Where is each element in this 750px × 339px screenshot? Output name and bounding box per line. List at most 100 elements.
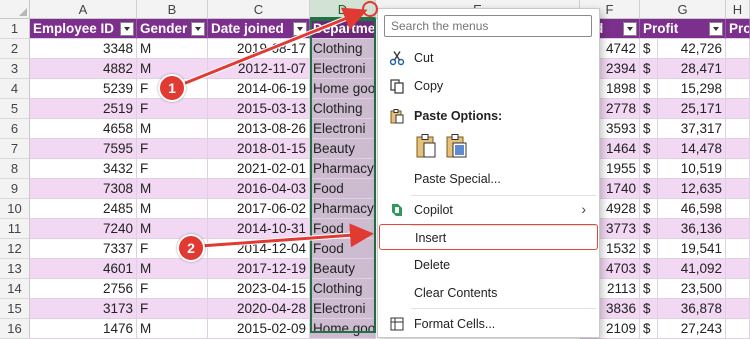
filter-dropdown-icon[interactable] — [191, 22, 205, 36]
cell-department[interactable]: Electroni — [310, 59, 376, 79]
cell-extra[interactable] — [726, 159, 750, 179]
cell-employee-id[interactable]: 7337 — [30, 239, 137, 259]
cell-employee-id[interactable]: 7240 — [30, 219, 137, 239]
select-all-corner[interactable] — [0, 0, 30, 19]
cell-profit[interactable]: 36,136 — [658, 219, 726, 239]
cell-employee-id[interactable]: 4601 — [30, 259, 137, 279]
cell-department[interactable]: Food — [310, 179, 376, 199]
cell-extra[interactable] — [726, 99, 750, 119]
cell-date-joined[interactable]: 2021-02-01 — [208, 159, 310, 179]
cell-gender[interactable]: M — [137, 259, 208, 279]
cell-department[interactable]: Electroni — [310, 299, 376, 319]
cell-gender[interactable]: F — [137, 99, 208, 119]
cell-extra[interactable] — [726, 139, 750, 159]
cell-profit[interactable]: 10,519 — [658, 159, 726, 179]
menu-item-paste-special[interactable]: Paste Special... — [379, 166, 598, 192]
menu-item-insert[interactable]: Insert — [379, 224, 598, 250]
column-header-g[interactable]: G — [640, 0, 726, 19]
cell-currency[interactable]: $ — [640, 119, 658, 139]
cell-profit[interactable]: 27,243 — [658, 319, 726, 339]
cell-gender[interactable]: M — [137, 319, 208, 339]
cell-department[interactable]: Home goo — [310, 319, 376, 339]
row-header[interactable]: 11 — [0, 219, 30, 239]
cell-gender[interactable]: M — [137, 39, 208, 59]
cell-extra[interactable] — [726, 179, 750, 199]
menu-item-format-cells[interactable]: Format Cells... — [379, 311, 598, 337]
cell-department[interactable]: Beauty — [310, 139, 376, 159]
row-header[interactable]: 8 — [0, 159, 30, 179]
cell-gender[interactable]: F — [137, 139, 208, 159]
cell-date-joined[interactable]: 2014-10-31 — [208, 219, 310, 239]
cell-department[interactable]: Clothing — [310, 279, 376, 299]
cell-date-joined[interactable]: 2013-08-26 — [208, 119, 310, 139]
cell-profit[interactable]: 36,878 — [658, 299, 726, 319]
row-header[interactable]: 9 — [0, 179, 30, 199]
cell-date-joined[interactable]: 2023-04-15 — [208, 279, 310, 299]
cell-gender[interactable]: M — [137, 119, 208, 139]
cell-currency[interactable]: $ — [640, 99, 658, 119]
cell-gender[interactable]: F — [137, 279, 208, 299]
column-header-a[interactable]: A — [30, 0, 137, 19]
cell-employee-id[interactable]: 3173 — [30, 299, 137, 319]
cell-date-joined[interactable]: 2018-01-15 — [208, 139, 310, 159]
cell-extra[interactable] — [726, 219, 750, 239]
cell-employee-id[interactable]: 7308 — [30, 179, 137, 199]
cell-extra[interactable] — [726, 259, 750, 279]
row-header[interactable]: 3 — [0, 59, 30, 79]
cell-currency[interactable]: $ — [640, 299, 658, 319]
cell-currency[interactable]: $ — [640, 39, 658, 59]
cell-profit[interactable]: 25,171 — [658, 99, 726, 119]
cell-date-joined[interactable]: 2020-04-28 — [208, 299, 310, 319]
menu-search-input[interactable] — [384, 15, 592, 37]
cell-extra[interactable] — [726, 59, 750, 79]
cell-department[interactable]: Food — [310, 239, 376, 259]
filter-dropdown-icon[interactable] — [709, 22, 723, 36]
row-header[interactable]: 16 — [0, 319, 30, 339]
row-header[interactable]: 5 — [0, 99, 30, 119]
cell-department[interactable]: Home goo — [310, 79, 376, 99]
row-header[interactable]: 12 — [0, 239, 30, 259]
cell-extra[interactable] — [726, 299, 750, 319]
cell-gender[interactable]: M — [137, 199, 208, 219]
cell-gender[interactable]: F — [137, 159, 208, 179]
cell-currency[interactable]: $ — [640, 139, 658, 159]
cell-employee-id[interactable]: 4658 — [30, 119, 137, 139]
cell-date-joined[interactable]: 2016-04-03 — [208, 179, 310, 199]
menu-item-copilot[interactable]: Copilot › — [379, 197, 598, 223]
cell-date-joined[interactable]: 2014-06-19 — [208, 79, 310, 99]
cell-date-joined[interactable]: 2019-08-17 — [208, 39, 310, 59]
cell-date-joined[interactable]: 2012-11-07 — [208, 59, 310, 79]
cell-date-joined[interactable]: 2017-12-19 — [208, 259, 310, 279]
cell-currency[interactable]: $ — [640, 79, 658, 99]
cell-date-joined[interactable]: 2015-03-13 — [208, 99, 310, 119]
cell-gender[interactable]: M — [137, 179, 208, 199]
cell-extra[interactable] — [726, 319, 750, 339]
menu-item-cut[interactable]: Cut — [379, 45, 598, 71]
row-header[interactable]: 7 — [0, 139, 30, 159]
cell-profit[interactable]: 12,635 — [658, 179, 726, 199]
cell-department[interactable]: Food — [310, 219, 376, 239]
column-header-h[interactable]: H — [726, 0, 750, 19]
cell-date-joined[interactable]: 2015-02-09 — [208, 319, 310, 339]
cell-employee-id[interactable]: 3348 — [30, 39, 137, 59]
cell-department[interactable]: Pharmacy — [310, 159, 376, 179]
row-header[interactable]: 6 — [0, 119, 30, 139]
cell-department[interactable]: Clothing — [310, 99, 376, 119]
cell-extra[interactable] — [726, 119, 750, 139]
cell-profit[interactable]: 15,298 — [658, 79, 726, 99]
cell-employee-id[interactable]: 3432 — [30, 159, 137, 179]
cell-employee-id[interactable]: 4882 — [30, 59, 137, 79]
header-department[interactable]: Departme — [310, 19, 376, 39]
column-header-c[interactable]: C — [208, 0, 310, 19]
cell-profit[interactable]: 42,726 — [658, 39, 726, 59]
cell-gender[interactable]: F — [137, 299, 208, 319]
column-header-b[interactable]: B — [137, 0, 208, 19]
cell-employee-id[interactable]: 7595 — [30, 139, 137, 159]
menu-item-copy[interactable]: Copy — [379, 73, 598, 99]
cell-extra[interactable] — [726, 199, 750, 219]
cell-profit[interactable]: 19,541 — [658, 239, 726, 259]
column-header-d[interactable]: D — [310, 0, 376, 19]
filter-dropdown-icon[interactable] — [623, 22, 637, 36]
filter-dropdown-icon[interactable] — [120, 22, 134, 36]
cell-currency[interactable]: $ — [640, 239, 658, 259]
